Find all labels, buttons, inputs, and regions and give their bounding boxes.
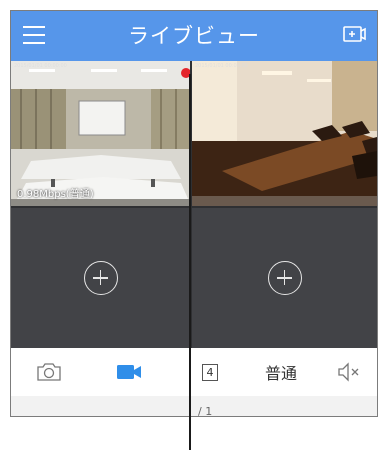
page-indicator-bar: / 1 — [11, 396, 377, 417]
split-screen-button[interactable]: 4 — [195, 348, 225, 396]
camera-osd-timestamp: 2015/01/01 00:00:00 — [195, 63, 248, 69]
quality-label: 普通 — [264, 364, 297, 383]
camera-view-2[interactable]: 2015/01/01 00:00:00 — [192, 61, 377, 206]
video-camera-icon — [117, 365, 141, 379]
bitrate-label: 0.98Mbps(普通) — [17, 189, 94, 200]
camera-feed-boardroom — [192, 61, 377, 206]
quality-button[interactable]: 普通 — [259, 348, 303, 396]
camera-slot-3 — [11, 208, 190, 348]
app-header: ライブビュー — [11, 11, 377, 61]
add-camera-button[interactable] — [267, 261, 302, 295]
control-toolbar: 4 普通 — [11, 348, 377, 396]
camera-view-1[interactable]: 2015/01/01 00:00:00 0.98Mbps(普通) — [11, 61, 190, 206]
callout-line — [189, 74, 191, 450]
add-camera-button[interactable] — [83, 261, 118, 295]
camera-icon — [37, 363, 61, 381]
screen-switch-icon — [343, 26, 366, 42]
page-indicator: / 1 — [198, 405, 213, 417]
snapshot-button[interactable] — [31, 348, 67, 396]
phone-screen: ライブビュー 2015/01/01 00:00:00 0.98Mbps(普通) … — [10, 10, 378, 417]
camera-osd-timestamp: 2015/01/01 00:00:00 — [14, 63, 67, 69]
speaker-mute-icon — [338, 362, 359, 382]
grid-divider — [11, 206, 377, 208]
screen-layout-button[interactable] — [341, 23, 367, 47]
camera-slot-4 — [192, 208, 377, 348]
page-title: ライブビュー — [128, 24, 260, 48]
live-view-grid: 2015/01/01 00:00:00 0.98Mbps(普通) 2015/01… — [11, 61, 377, 348]
split-count: 4 — [202, 363, 218, 381]
record-button[interactable] — [111, 348, 147, 396]
audio-button[interactable] — [331, 348, 367, 396]
